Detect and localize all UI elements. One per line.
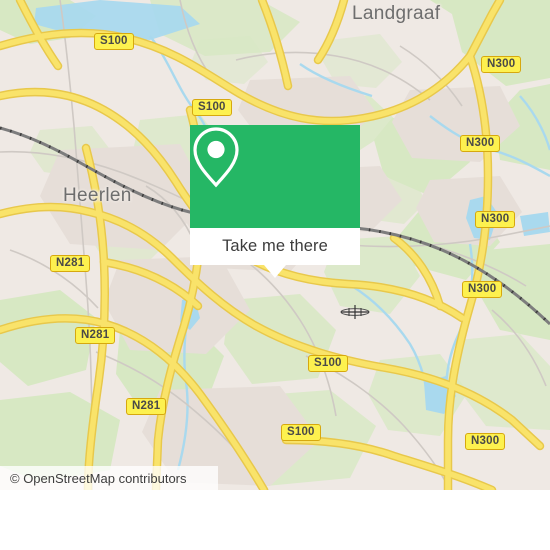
road-shield-n281: N281 (75, 327, 116, 344)
callout-image-area (190, 125, 360, 228)
road-shield-s100: S100 (94, 33, 134, 50)
place-label-landgraaf: Landgraaf (352, 3, 441, 24)
road-shield-n281: N281 (126, 398, 167, 415)
map-pin-icon (193, 127, 239, 188)
road-shield-n300: N300 (460, 135, 501, 152)
place-label-heerlen: Heerlen (63, 185, 132, 206)
destination-callout-card[interactable]: Take me there (190, 125, 360, 278)
osm-attribution-text: © OpenStreetMap contributors (10, 470, 187, 486)
road-shield-n300: N300 (462, 281, 503, 298)
road-shield-s100: S100 (192, 99, 232, 116)
road-shield-n300: N300 (481, 56, 522, 73)
road-shield-n300: N300 (475, 211, 516, 228)
map-canvas[interactable]: Landgraaf Heerlen S100 S100 N300 N300 N3… (0, 0, 550, 490)
map-screenshot: Landgraaf Heerlen S100 S100 N300 N300 N3… (0, 0, 550, 550)
road-shield-n300: N300 (465, 433, 506, 450)
road-shield-n281: N281 (50, 255, 91, 272)
footer-bar: Klimcentrum Neoliet Heerlen, Stadionbaan… (0, 490, 550, 550)
osm-attribution-bar: © OpenStreetMap contributors (0, 466, 218, 490)
callout-pointer (264, 265, 286, 278)
road-shield-s100: S100 (281, 424, 321, 441)
take-me-there-label: Take me there (222, 237, 328, 255)
road-shield-s100: S100 (308, 355, 348, 372)
callout-action-area[interactable]: Take me there (190, 228, 360, 265)
